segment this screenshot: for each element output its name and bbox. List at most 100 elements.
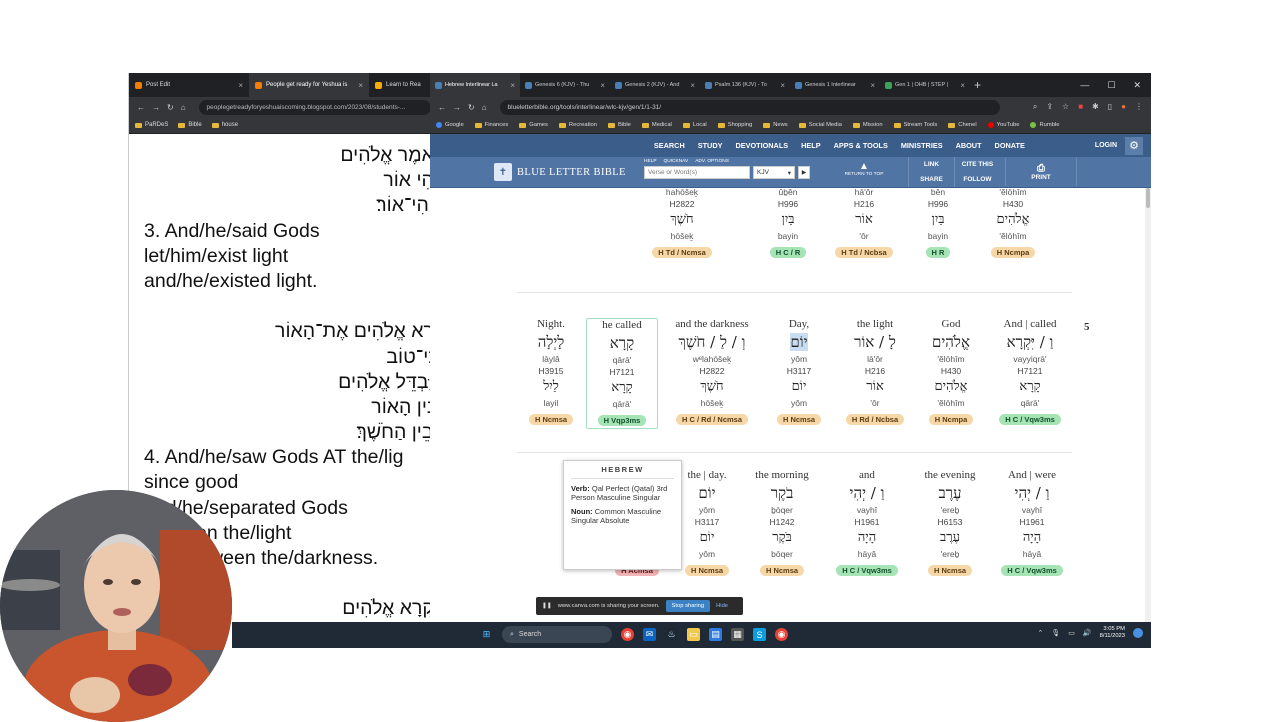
tab-genesis-2[interactable]: Genesis 2 (KJV) - And × <box>610 73 700 97</box>
gear-icon[interactable]: ⚙ <box>1125 136 1143 155</box>
bookmark-games[interactable]: Games <box>519 122 548 128</box>
stop-sharing-button[interactable]: Stop sharing <box>665 600 711 612</box>
profile-icon[interactable]: ● <box>1121 102 1126 112</box>
nav-apps-tools[interactable]: APPS & TOOLS <box>834 141 888 150</box>
right-url-field[interactable]: blueletterbible.org/tools/interlinear/wl… <box>499 99 1000 115</box>
bookmark-bible[interactable]: Bible <box>607 122 631 128</box>
menu-icon[interactable]: ⋮ <box>1135 102 1143 112</box>
morphology-badge[interactable]: H C / Vqw3ms <box>999 414 1061 425</box>
interlinear-word[interactable]: Night. לָיְלָה lāylâ H3915 לַיִל layil H Ncmsa <box>515 318 587 427</box>
morphology-badge[interactable]: H C / Vqw3ms <box>1001 565 1063 576</box>
bookmark-star-icon[interactable]: ☆ <box>1062 102 1069 112</box>
interlinear-word[interactable]: חֹשֶׁךְhahōšeḵH2822חֹשֶׁךְḥōšeḵH Td / Nc… <box>646 188 718 260</box>
nav-search[interactable]: SEARCH <box>654 141 685 150</box>
bookmark-bible[interactable]: Bible <box>178 122 202 128</box>
tab-genesis-1-interlinear[interactable]: Genesis 1 Interlinear × <box>790 73 880 97</box>
steam-icon[interactable]: ♨ <box>665 628 678 641</box>
adv-options-link[interactable]: ADV. OPTIONS <box>695 159 729 164</box>
print-button[interactable]: ⎙ PRINT <box>1005 158 1077 186</box>
forward-icon[interactable]: → <box>152 103 160 112</box>
close-tab-icon[interactable]: × <box>780 81 785 90</box>
left-url-field[interactable]: peoplegetreadyforyeshuaiscoming.blogspot… <box>198 99 430 115</box>
share-button[interactable]: SHARE <box>908 172 954 187</box>
follow-button[interactable]: FOLLOW <box>954 172 1000 187</box>
close-tab-icon[interactable]: × <box>870 81 875 90</box>
strongs-number[interactable]: H1961 <box>996 516 1068 528</box>
return-to-top-button[interactable]: ▲ RETURN TO TOP <box>840 161 888 177</box>
reload-icon[interactable]: ↻ <box>468 103 475 112</box>
chrome-icon[interactable]: ◉ <box>621 628 634 641</box>
morphology-badge[interactable]: H Ncmsa <box>759 565 805 576</box>
scrollbar[interactable] <box>1145 188 1151 622</box>
interlinear-word[interactable]: בֵּיןûḇênH996בַּיִןbayinH C / R <box>752 188 824 260</box>
strongs-number[interactable]: H216 <box>839 365 911 377</box>
morphology-badge[interactable]: H Ncmsa <box>684 565 730 576</box>
strongs-number[interactable]: H2822 <box>646 198 718 210</box>
bookmark-news[interactable]: News <box>763 122 788 128</box>
interlinear-word[interactable]: אוֹרhā'ôrH216אוֹר'ôrH Td / Ncbsa <box>828 188 900 260</box>
close-tab-icon[interactable]: × <box>600 81 605 90</box>
interlinear-word[interactable]: Day, יוֹם yôm H3117 יוֹם yôm H Ncmsa <box>763 318 835 427</box>
chrome-icon-2[interactable]: ◉ <box>775 628 788 641</box>
bookmark-finances[interactable]: Finances <box>474 122 508 128</box>
interlinear-word[interactable]: אֱלֹהִים'ĕlōhîmH430אֱלֹהִים'ĕlōhîmH Ncmp… <box>977 188 1049 260</box>
login-link[interactable]: LOGIN <box>1095 142 1117 149</box>
bookmark-youtube[interactable]: YouTube <box>987 122 1019 128</box>
bookmark-mission[interactable]: Mission <box>852 122 883 128</box>
bookmark-medical[interactable]: Medical <box>641 122 672 128</box>
tab-hebrew-interlinear[interactable]: Hebrew Interlinear La × <box>430 73 520 97</box>
store-icon[interactable]: ▤ <box>709 628 722 641</box>
morphology-badge[interactable]: H C / Rd / Ncmsa <box>675 414 748 425</box>
strongs-number[interactable]: H996 <box>902 198 974 210</box>
clock[interactable]: 3:05 PM 8/11/2023 <box>1100 626 1125 640</box>
bookmark-house[interactable]: house <box>211 122 238 128</box>
close-tab-icon[interactable]: × <box>690 81 695 90</box>
nav-donate[interactable]: DONATE <box>995 141 1025 150</box>
tab-post-edit[interactable]: Post Edit × <box>129 73 249 97</box>
file-explorer-icon[interactable]: ▭ <box>687 628 700 641</box>
strongs-number[interactable]: H430 <box>915 365 987 377</box>
morphology-badge[interactable]: H C / Vqw3ms <box>836 565 898 576</box>
maximize-icon[interactable]: ☐ <box>1107 80 1115 91</box>
back-icon[interactable]: ← <box>438 103 446 112</box>
morphology-badge[interactable]: H Ncmpa <box>928 414 974 425</box>
bookmark-social-media[interactable]: Social Media <box>798 122 842 128</box>
strongs-number[interactable]: H996 <box>752 198 824 210</box>
interlinear-word[interactable]: and וַ / יְהִי vayhî H1961 הָיָה hāyâ H C / Vq… <box>831 469 903 578</box>
volume-icon[interactable]: 🔊 <box>1083 629 1092 637</box>
interlinear-word[interactable]: And | were וַ / יְהִי vayhî H1961 הָיָה hāyâ H… <box>996 469 1068 578</box>
bookmark-rumble[interactable]: Rumble <box>1030 122 1059 128</box>
interlinear-word[interactable]: the morning בֹקֶר ḇōqer H1242 בֹּקֶר bōqer H N… <box>746 469 818 578</box>
interlinear-word[interactable]: בֵּיןbênH996בַּיִןbayinH R <box>902 188 974 260</box>
chevron-up-icon[interactable]: ⌃ <box>1038 629 1044 637</box>
nav-devotionals[interactable]: DEVOTIONALS <box>735 141 788 150</box>
reload-icon[interactable]: ↻ <box>167 103 174 112</box>
forward-icon[interactable]: → <box>453 103 461 112</box>
search-help-link[interactable]: HELP <box>644 159 657 164</box>
bookmark-google[interactable]: Google <box>436 122 464 128</box>
blb-logo[interactable]: ✝ Blue Letter Bible <box>494 163 626 181</box>
notification-icon[interactable] <box>1133 628 1143 638</box>
skype-icon[interactable]: S <box>753 628 766 641</box>
morphology-badge[interactable]: H Rd / Ncbsa <box>845 414 905 425</box>
home-icon[interactable]: ⌂ <box>482 103 487 112</box>
puzzle-icon[interactable]: ✱ <box>1092 102 1099 112</box>
minimize-icon[interactable]: — <box>1080 80 1089 91</box>
strongs-number[interactable]: H1242 <box>746 516 818 528</box>
strongs-number[interactable]: H3117 <box>763 365 835 377</box>
cite-this-button[interactable]: CITE THIS <box>954 157 1000 172</box>
zoom-icon[interactable]: ⌕ <box>1033 102 1037 112</box>
interlinear-word[interactable]: the light לָ / אוֹר lā'ôr H216 אוֹר 'ôr H Rd /… <box>839 318 911 427</box>
nav-ministries[interactable]: MINISTRIES <box>901 141 943 150</box>
mail-icon[interactable]: ✉ <box>643 628 656 641</box>
nav-help[interactable]: HELP <box>801 141 820 150</box>
interlinear-word[interactable]: he called קָרָא qārā' H7121 קָרָא qārā' H Vqp3… <box>586 318 658 429</box>
tab-people-get-ready[interactable]: People get ready for Yeshua is × <box>249 73 369 97</box>
windows-start-icon[interactable]: ⊞ <box>480 628 493 641</box>
bookmark-recreation[interactable]: Recreation <box>558 122 597 128</box>
taskbar-search[interactable]: ⌕ Search <box>502 626 612 643</box>
tab-psalm-136[interactable]: Psalm 136 (KJV) - To × <box>700 73 790 97</box>
tab-genesis-6[interactable]: Genesis 6 (KJV) - Thu × <box>520 73 610 97</box>
new-tab-icon[interactable]: + <box>974 78 981 92</box>
quicknav-link[interactable]: QUICKNAV <box>664 159 689 164</box>
